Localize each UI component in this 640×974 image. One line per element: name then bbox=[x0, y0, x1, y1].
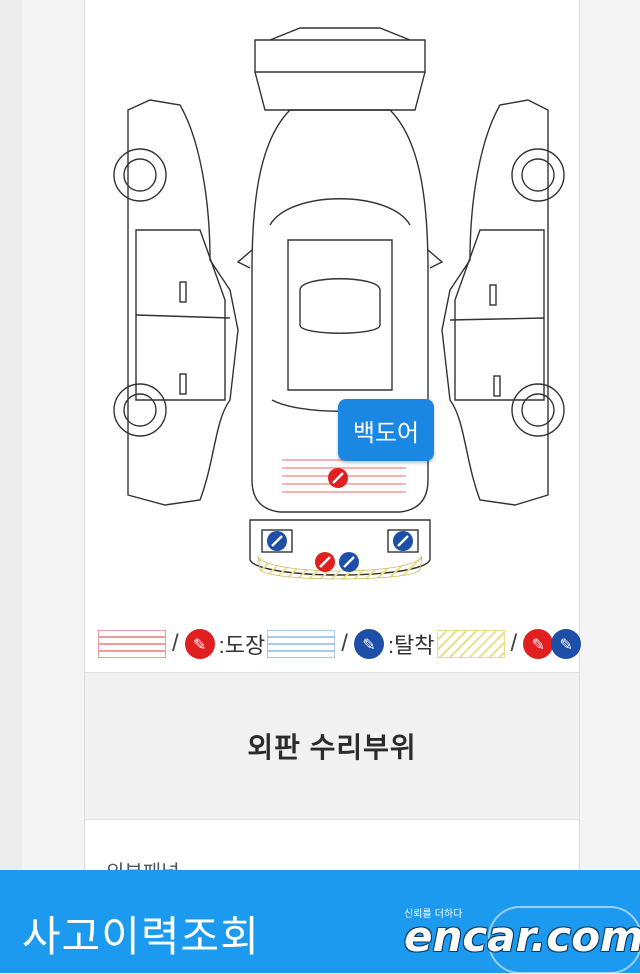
paint-brush-icon: ✎ bbox=[184, 629, 215, 659]
watermark-logo: encar.com bbox=[404, 912, 640, 961]
paint-brush-icon: ✎ bbox=[523, 629, 554, 659]
back-door-label: 백도어 bbox=[352, 418, 420, 447]
car-diagram bbox=[113, 27, 565, 580]
paint-brush-icon bbox=[328, 468, 348, 488]
wrench-icon bbox=[267, 531, 287, 551]
paint-label: :도장 bbox=[218, 633, 266, 658]
wrench-icon: ✎ bbox=[353, 629, 384, 659]
accident-history-title[interactable]: 사고이력조회 bbox=[22, 903, 260, 964]
paint-hatch-swatch bbox=[98, 630, 166, 658]
legend-slash: / bbox=[341, 630, 348, 657]
both-hatch-swatch bbox=[436, 630, 505, 658]
wrench-icon bbox=[339, 552, 359, 572]
repair-section-header: 외판 수리부위 bbox=[85, 672, 579, 820]
detach-label: :탈착 bbox=[387, 633, 435, 658]
wrench-icon: ✎ bbox=[551, 629, 582, 659]
wrench-icon bbox=[393, 531, 413, 551]
back-door-callout[interactable]: 백도어 bbox=[338, 399, 434, 461]
paint-brush-icon bbox=[315, 552, 335, 572]
legend-slash: / bbox=[510, 630, 518, 657]
legend-slash: / bbox=[172, 630, 179, 657]
repair-section-title: 외판 수리부위 bbox=[247, 732, 417, 763]
legend: / ✎ :도장 / ✎ :탈착 / ✎ ✎ bbox=[98, 622, 638, 666]
detach-hatch-swatch bbox=[267, 630, 336, 658]
